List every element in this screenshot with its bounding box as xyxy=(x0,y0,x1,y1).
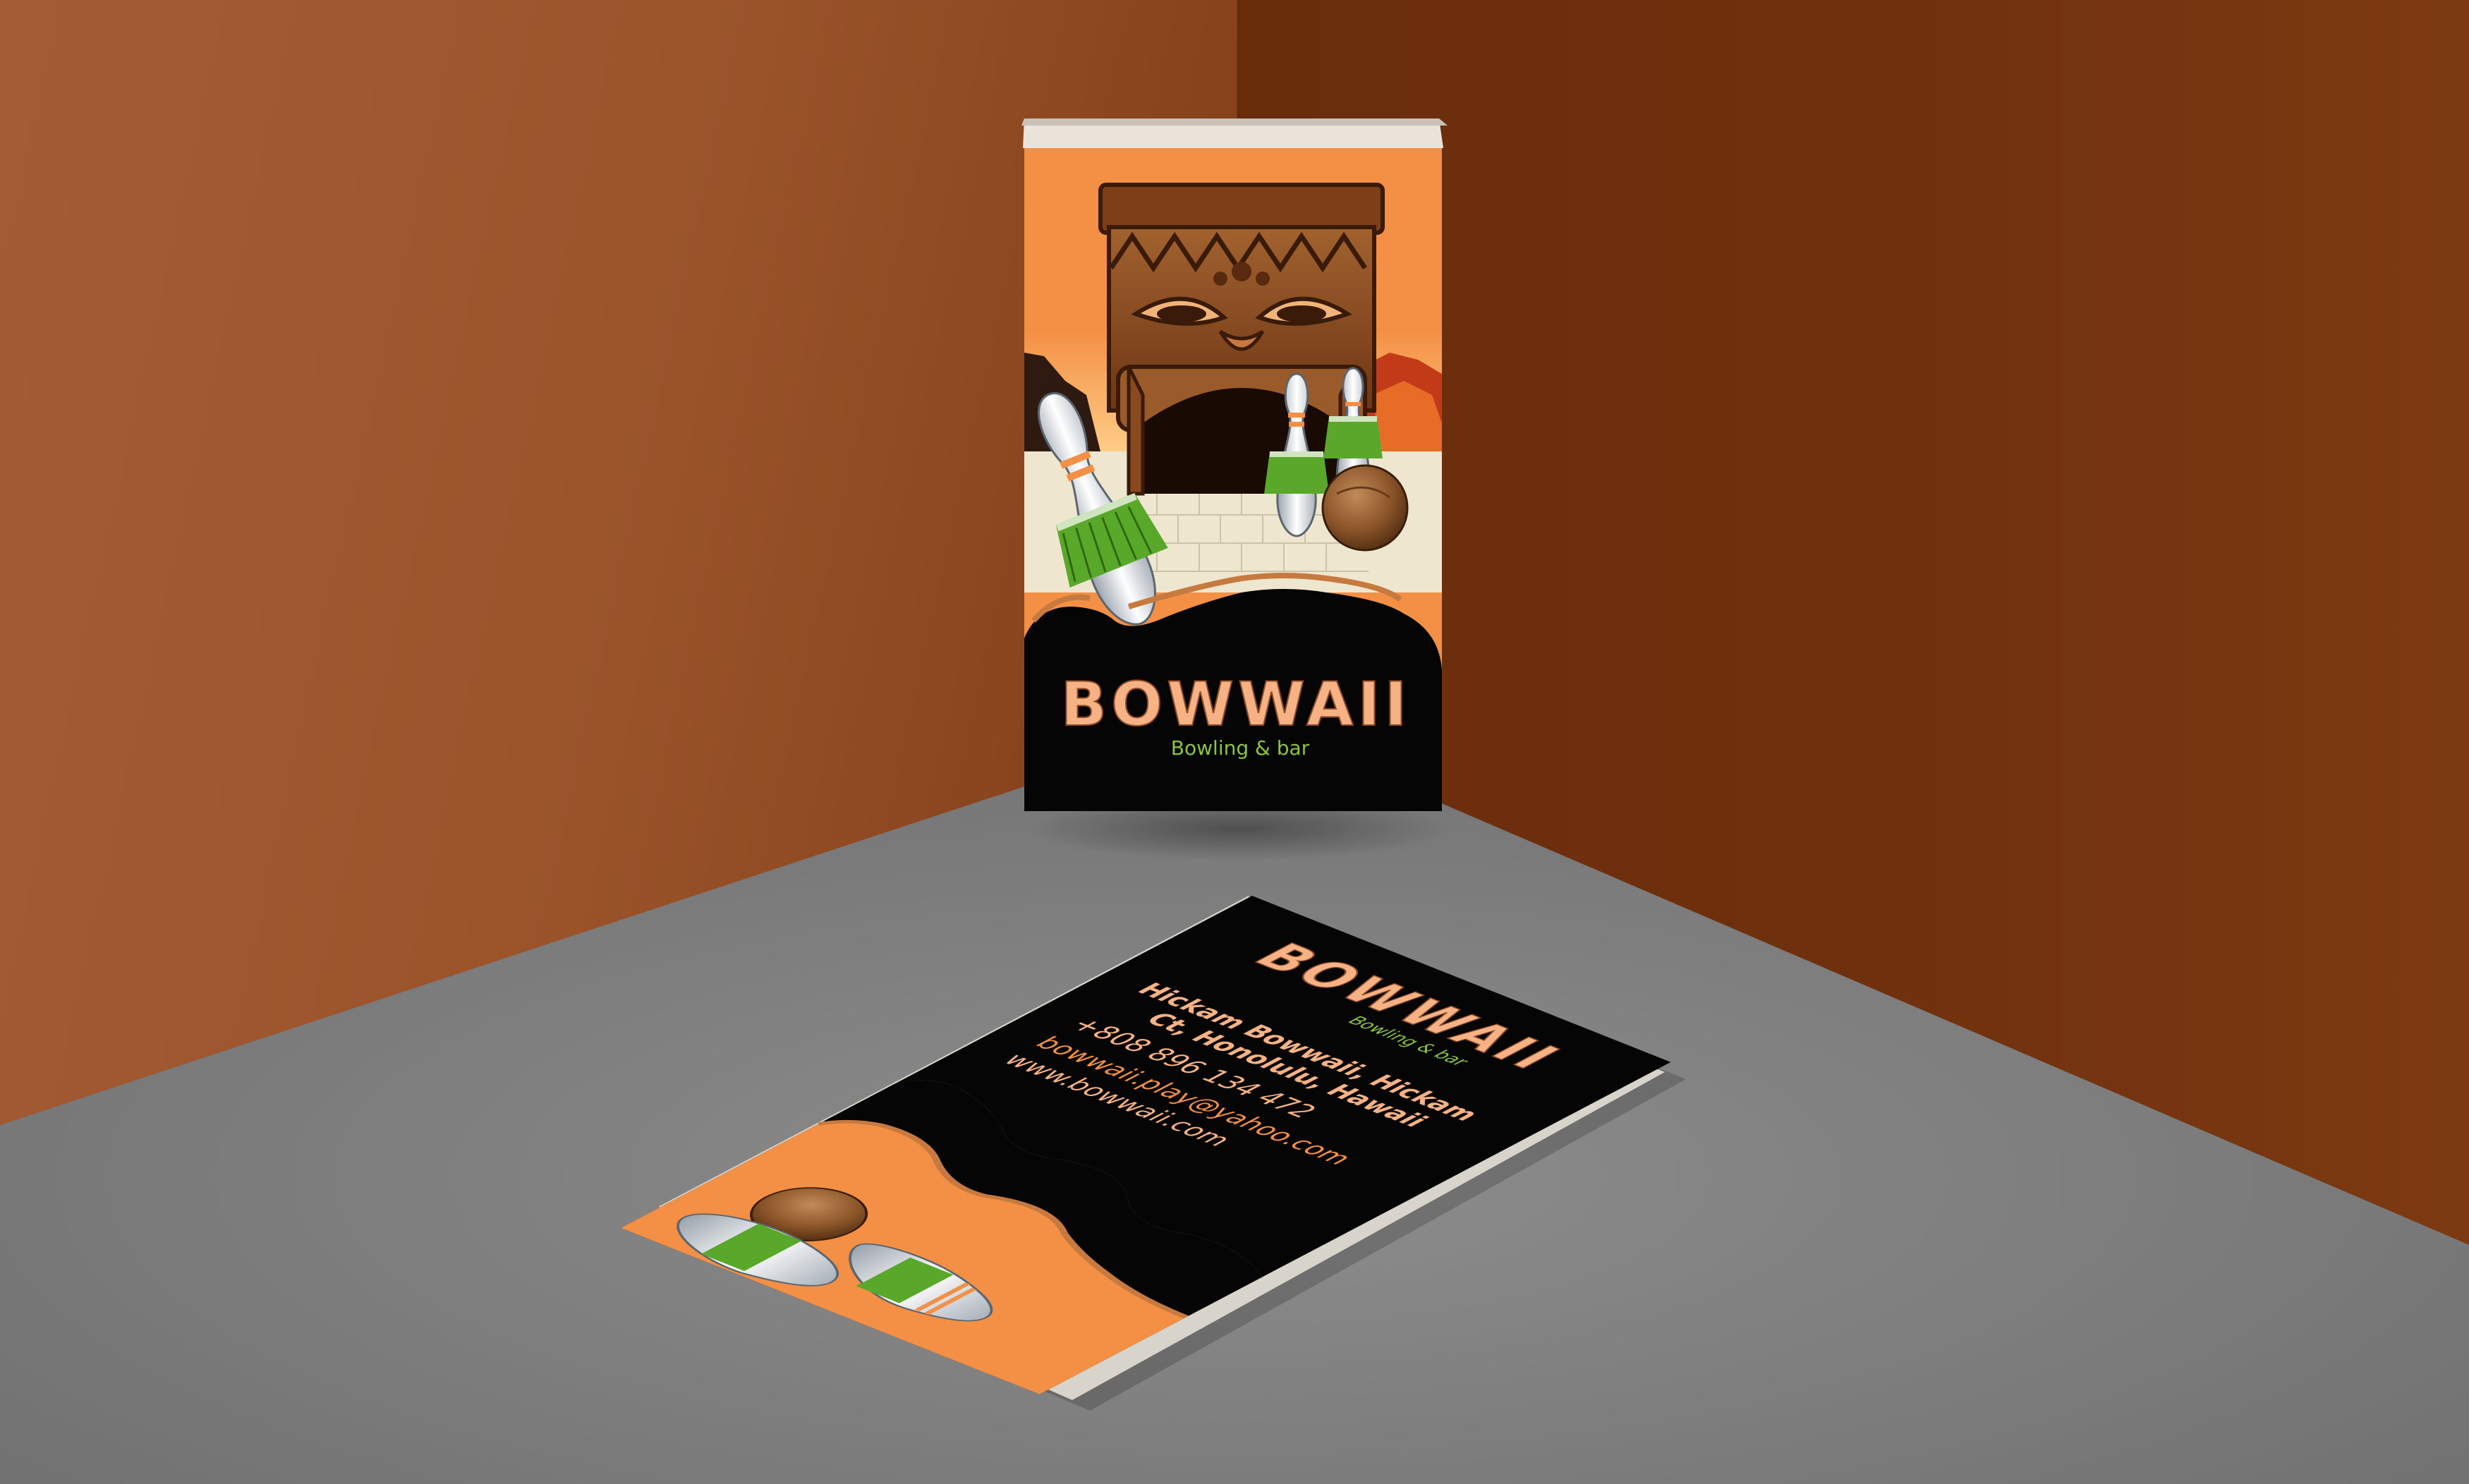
coconut-ball-icon xyxy=(1321,464,1409,552)
front-tagline: Bowling & bar xyxy=(1171,736,1310,760)
mockup-scene: BOWWAII Bowling & bar BOWWAII Bowling & … xyxy=(0,0,2469,1484)
front-card: BOWWAII Bowling & bar xyxy=(1021,118,1448,811)
front-brand-title: BOWWAII xyxy=(1060,669,1411,740)
